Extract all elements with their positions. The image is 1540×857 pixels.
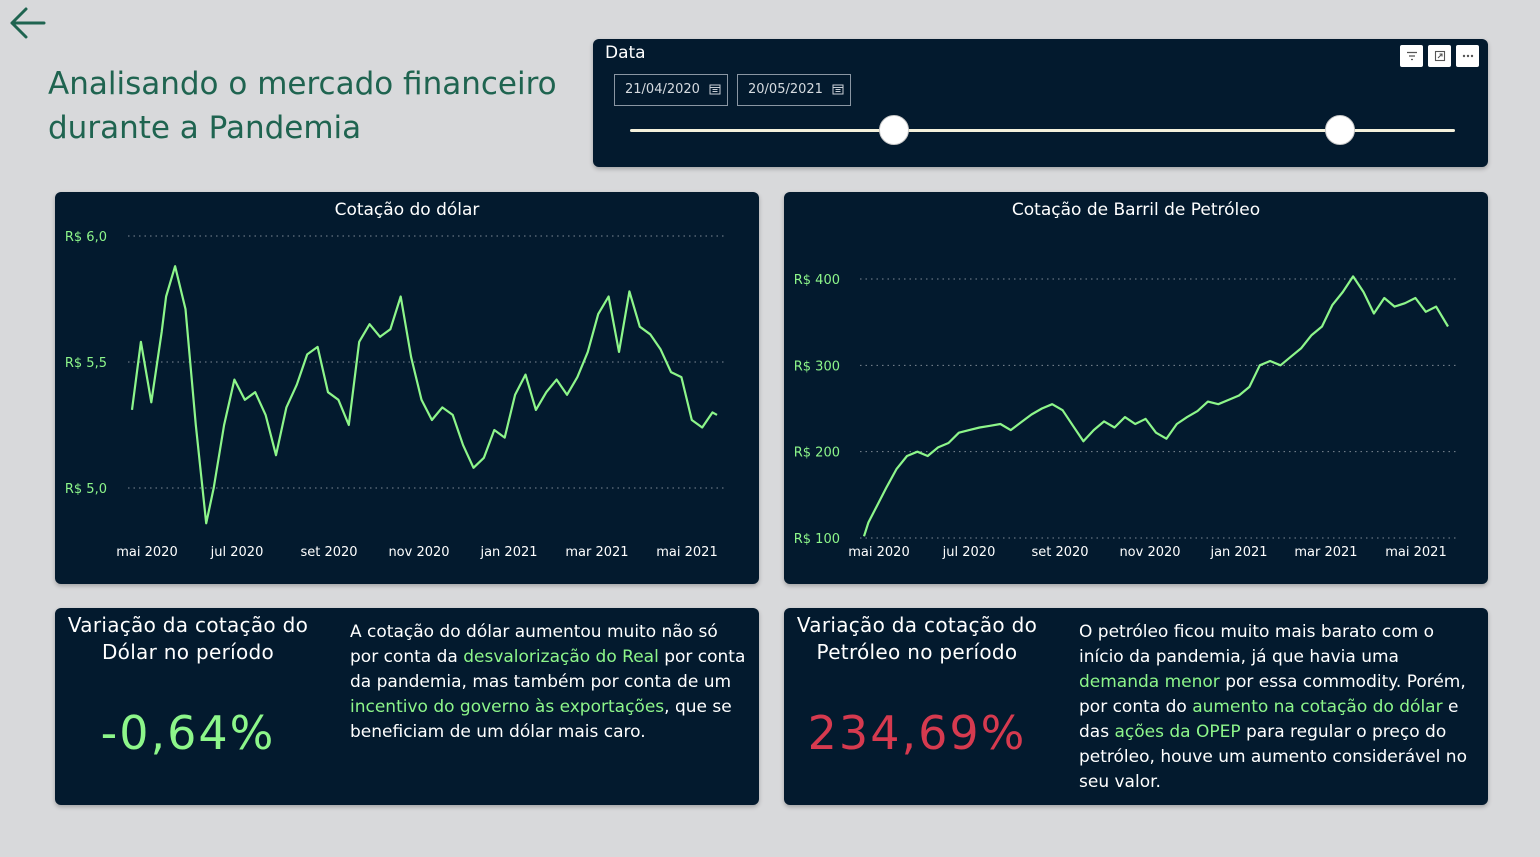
kpi-description: O petróleo ficou muito mais barato com o… [1079, 620, 1479, 795]
x-tick-label: nov 2020 [388, 545, 449, 560]
calendar-icon[interactable] [709, 83, 721, 95]
focus-mode-icon [1434, 50, 1445, 62]
y-tick-label: R$ 5,5 [65, 356, 107, 371]
end-date-value: 20/05/2021 [748, 82, 823, 97]
series-line[interactable] [862, 275, 1449, 537]
start-date-value: 21/04/2020 [625, 82, 700, 97]
kpi-description: A cotação do dólar aumentou muito não só… [350, 620, 750, 745]
x-tick-label: mai 2021 [1385, 545, 1446, 560]
date-slicer: Data 21/04/2020 20/05/2021 [593, 39, 1488, 167]
start-date-input[interactable]: 21/04/2020 [614, 74, 728, 106]
x-tick-label: nov 2020 [1119, 545, 1180, 560]
dollar-line-chart[interactable]: R$ 5,0 R$ 5,5 R$ 6,0 mai 2020 jul 2020 set 20… [55, 192, 759, 584]
y-tick-label: R$ 6,0 [65, 230, 107, 245]
oil-kpi-card: Variação da cotação do Petróleo no perío… [784, 608, 1488, 805]
x-tick-label: jan 2021 [479, 545, 537, 560]
y-tick-label: R$ 200 [794, 446, 840, 461]
page-title: Analisando o mercado financeiro durante … [48, 66, 557, 146]
x-tick-label: jan 2021 [1209, 545, 1267, 560]
y-tick-label: R$ 300 [794, 359, 840, 374]
oil-chart-card: Cotação de Barril de Petróleo R$ 100 R$ 2… [784, 192, 1488, 584]
more-options-icon [1462, 54, 1473, 58]
y-tick-label: R$ 100 [794, 532, 840, 547]
x-tick-label: jul 2020 [210, 545, 264, 560]
y-tick-label: R$ 5,0 [65, 482, 107, 497]
kpi-value: -0,64% [100, 706, 276, 760]
filter-icon [1406, 51, 1417, 61]
highlighted-text: incentivo do governo às exportações [350, 697, 665, 717]
oil-line-chart[interactable]: R$ 100 R$ 200 R$ 300 R$ 400 mai 2020 jul 2020… [784, 192, 1488, 584]
x-tick-label: set 2020 [1031, 545, 1088, 560]
kpi-title: Variação da cotação do Dólar no período [67, 613, 309, 664]
kpi-value: 234,69% [807, 706, 1027, 760]
end-date-input[interactable]: 20/05/2021 [737, 74, 851, 106]
slider-start-handle[interactable] [879, 115, 909, 145]
focus-mode-button[interactable] [1428, 45, 1451, 67]
back-arrow-icon [10, 7, 46, 39]
x-tick-label: mai 2020 [848, 545, 909, 560]
highlighted-text: desvalorização do Real [463, 647, 659, 667]
x-tick-label: mar 2021 [1294, 545, 1357, 560]
highlighted-text: demanda menor [1079, 672, 1220, 692]
x-tick-label: set 2020 [300, 545, 357, 560]
x-tick-label: mai 2021 [656, 545, 717, 560]
slicer-title: Data [605, 43, 646, 63]
back-button[interactable] [6, 4, 48, 42]
dollar-kpi-card: Variação da cotação do Dólar no período … [55, 608, 759, 805]
highlighted-text: ações da OPEP [1114, 722, 1241, 742]
more-options-button[interactable] [1456, 45, 1479, 67]
series-line[interactable] [130, 265, 718, 525]
x-tick-label: jul 2020 [942, 545, 996, 560]
kpi-title: Variação da cotação do Petróleo no perío… [796, 613, 1038, 664]
x-tick-label: mai 2020 [116, 545, 177, 560]
visual-header-icons [1400, 45, 1479, 67]
calendar-icon[interactable] [832, 83, 844, 95]
dollar-chart-card: Cotação do dólar R$ 5,0 R$ 5,5 R$ 6,0 mai 2… [55, 192, 759, 584]
y-tick-label: R$ 400 [794, 273, 840, 288]
highlighted-text: aumento na cotação do dólar [1192, 697, 1443, 717]
filter-button[interactable] [1400, 45, 1423, 67]
x-tick-label: mar 2021 [565, 545, 628, 560]
description-text: O petróleo ficou muito mais barato com o… [1079, 622, 1435, 667]
slider-end-handle[interactable] [1324, 115, 1355, 145]
